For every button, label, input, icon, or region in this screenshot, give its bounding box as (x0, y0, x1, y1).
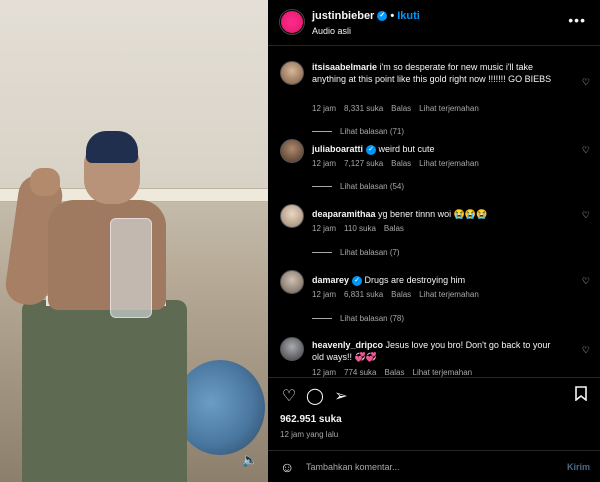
comment-time: 12 jam (312, 290, 337, 299)
video-figure-cup (110, 218, 152, 318)
video-background-mirror (175, 360, 265, 455)
share-icon[interactable]: ➢ (330, 386, 352, 408)
comment-text: Drugs are destroying him (364, 275, 466, 285)
commenter-avatar[interactable] (280, 337, 304, 361)
like-heart-icon[interactable]: ♡ (582, 145, 590, 156)
more-options-icon[interactable]: ••• (568, 12, 586, 28)
comment-body: juliaboaratti ✓ weird but cute (312, 143, 562, 155)
replies-divider (312, 131, 332, 133)
author-line: justinbieber ✓ • Ikuti (312, 10, 420, 22)
follow-button[interactable]: Ikuti (397, 10, 420, 22)
replies-divider (312, 186, 332, 188)
view-replies-button[interactable]: Lihat balasan (54) (312, 182, 404, 191)
verified-icon: ✓ (377, 11, 388, 22)
commenter-avatar[interactable] (280, 61, 304, 85)
post-time: 12 jam yang lalu (280, 430, 339, 439)
comment-icon[interactable]: ◯ (304, 386, 326, 408)
post-header: justinbieber ✓ • Ikuti Audio asli ••• (268, 0, 600, 46)
emoji-icon[interactable]: ☺ (280, 459, 294, 475)
translate-button[interactable]: Lihat terjemahan (419, 104, 479, 113)
bookmark-icon-glyph (575, 386, 587, 402)
video-figure-jeans (22, 300, 187, 482)
author-avatar[interactable] (279, 9, 305, 35)
like-heart-icon[interactable]: ♡ (582, 210, 590, 221)
video-figure-fist (30, 168, 60, 196)
comment-time: 12 jam (312, 224, 337, 233)
reply-button[interactable]: Balas (391, 104, 411, 113)
commenter-avatar[interactable] (280, 204, 304, 228)
likes-count[interactable]: 962.951 suka (280, 414, 342, 425)
translate-button[interactable]: Lihat terjemahan (413, 368, 473, 377)
author-username[interactable]: justinbieber (312, 10, 374, 22)
replies-divider (312, 252, 332, 254)
reply-button[interactable]: Balas (384, 224, 404, 233)
replies-label: Lihat balasan (54) (340, 182, 405, 191)
comment-meta: 12 jam 6,831 suka Balas Lihat terjemahan (312, 290, 487, 299)
comments-list[interactable]: itsisaabelmarie i'm so desperate for new… (268, 47, 600, 377)
comment-likes[interactable]: 110 suka (344, 224, 376, 233)
separator-dot: • (390, 10, 395, 22)
comment-likes[interactable]: 774 suka (344, 368, 376, 377)
audio-label[interactable]: Audio asli (312, 26, 351, 36)
commenter-avatar[interactable] (280, 270, 304, 294)
comment-username[interactable]: itsisaabelmarie (312, 62, 377, 72)
comment-body: itsisaabelmarie i'm so desperate for new… (312, 61, 562, 85)
comment-username[interactable]: heavenly_dripco (312, 340, 383, 350)
comment-text: weird but cute (378, 144, 435, 154)
comment-time: 12 jam (312, 104, 337, 113)
video-figure-beanie (86, 131, 138, 163)
comment-body: heavenly_dripco Jesus love you bro! Don'… (312, 339, 562, 363)
reply-button[interactable]: Balas (384, 368, 404, 377)
speaker-icon[interactable]: 🔈 (240, 450, 260, 470)
comment-body: damarey ✓ Drugs are destroying him (312, 274, 562, 286)
replies-label: Lihat balasan (71) (340, 127, 405, 136)
bookmark-icon[interactable] (570, 386, 592, 408)
view-replies-button[interactable]: Lihat balasan (7) (312, 248, 400, 257)
comment-likes[interactable]: 6,831 suka (344, 290, 383, 299)
comment-likes[interactable]: 7,127 suka (344, 159, 383, 168)
comment-body: deaparamithaa yg bener tinnn woi 😭😭😭 (312, 208, 562, 220)
comment-username[interactable]: juliaboaratti (312, 144, 363, 154)
comment-username[interactable]: damarey (312, 275, 349, 285)
replies-label: Lihat balasan (78) (340, 314, 405, 323)
comment-composer: ☺ Kirim (268, 450, 600, 482)
translate-button[interactable]: Lihat terjemahan (419, 159, 479, 168)
like-heart-icon[interactable]: ♡ (582, 345, 590, 356)
reel-video[interactable]: 🔈 (0, 0, 268, 482)
commenter-avatar[interactable] (280, 139, 304, 163)
like-heart-icon[interactable]: ♡ (582, 276, 590, 287)
comment-meta: 12 jam 110 suka Balas (312, 224, 412, 233)
comment-text: yg bener tinnn woi 😭😭😭 (378, 209, 488, 219)
replies-label: Lihat balasan (7) (340, 248, 400, 257)
heart-icon[interactable]: ♡ (278, 386, 300, 408)
comment-input[interactable] (306, 459, 546, 475)
post-side-panel: justinbieber ✓ • Ikuti Audio asli ••• itsis… (268, 0, 600, 482)
comment-meta: 12 jam 8,331 suka Balas Lihat terjemahan (312, 104, 487, 113)
translate-button[interactable]: Lihat terjemahan (419, 290, 479, 299)
comment-time: 12 jam (312, 159, 337, 168)
view-replies-button[interactable]: Lihat balasan (78) (312, 314, 404, 323)
replies-divider (312, 318, 332, 320)
comment-meta: 12 jam 7,127 suka Balas Lihat terjemahan (312, 159, 487, 168)
send-button[interactable]: Kirim (567, 462, 590, 472)
verified-icon: ✓ (366, 144, 377, 155)
verified-icon: ✓ (352, 275, 363, 286)
comment-likes[interactable]: 8,331 suka (344, 104, 383, 113)
comment-username[interactable]: deaparamithaa (312, 209, 376, 219)
view-replies-button[interactable]: Lihat balasan (71) (312, 127, 404, 136)
comment-meta: 12 jam 774 suka Balas Lihat terjemahan (312, 368, 480, 377)
reply-button[interactable]: Balas (391, 290, 411, 299)
post-actions: ♡ ◯ ➢ 962.951 suka 12 jam yang lalu ☺ Ki… (268, 377, 600, 482)
reply-button[interactable]: Balas (391, 159, 411, 168)
comment-time: 12 jam (312, 368, 337, 377)
like-heart-icon[interactable]: ♡ (582, 77, 590, 88)
